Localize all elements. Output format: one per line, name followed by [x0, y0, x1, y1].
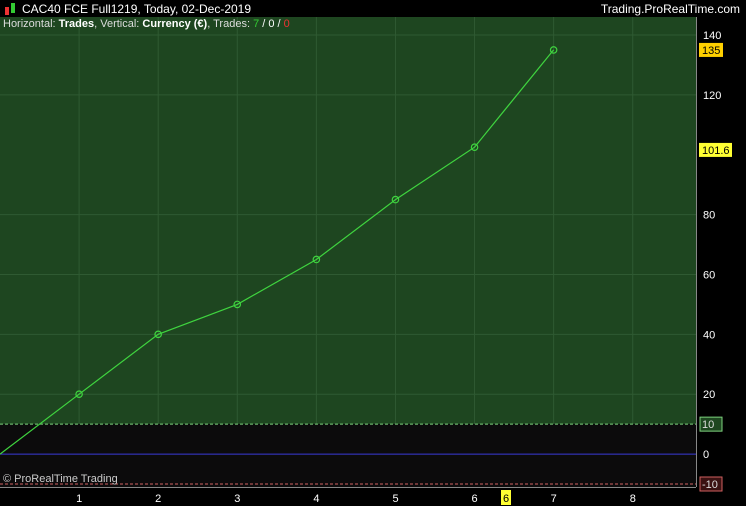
x-tick-label: 4: [313, 493, 319, 505]
horizontal-label: Horizontal:: [3, 18, 59, 30]
y-tick-label: 0: [703, 449, 709, 461]
x-tick-label: 3: [234, 493, 240, 505]
x-tick-label: 2: [155, 493, 161, 505]
profit-zone: [0, 17, 696, 425]
trades-label: , Trades:: [207, 18, 254, 30]
horizontal-value: Trades: [58, 18, 95, 30]
x-tick-label: 6: [472, 493, 478, 505]
last-value-marker: 135: [702, 45, 720, 57]
x-tick-label: 5: [392, 493, 398, 505]
y-tick-label: 140: [703, 30, 721, 42]
upper-band-tag: 10: [702, 419, 714, 431]
vertical-value: Currency (€): [142, 18, 208, 30]
x-tick-label: 7: [551, 493, 557, 505]
x-tick-label: 1: [76, 493, 82, 505]
trades-loss-count: 0: [283, 18, 290, 30]
y-tick-label: 40: [703, 329, 715, 341]
trades-separator-1: /: [259, 18, 269, 30]
chart-info-line: Horizontal: Trades, Vertical: Currency (…: [3, 18, 290, 30]
equity-chart[interactable]: 140 120 80 60 40 20 0 10 -10 135 101.6 1 2 3 4 5 6 7 8 6: [0, 0, 746, 506]
y-tick-label: 80: [703, 210, 715, 222]
x-cursor-marker: 6: [503, 493, 509, 505]
vertical-label: , Vertical:: [94, 18, 143, 30]
y-tick-label: 20: [703, 389, 715, 401]
lower-band-tag: -10: [702, 479, 718, 491]
x-tick-label: 8: [630, 493, 636, 505]
copyright-label: © ProRealTime Trading: [3, 473, 118, 485]
trades-separator-2: /: [274, 18, 284, 30]
cursor-value-marker: 101.6: [702, 145, 730, 157]
y-tick-label: 60: [703, 269, 715, 281]
y-tick-label: 120: [703, 90, 721, 102]
